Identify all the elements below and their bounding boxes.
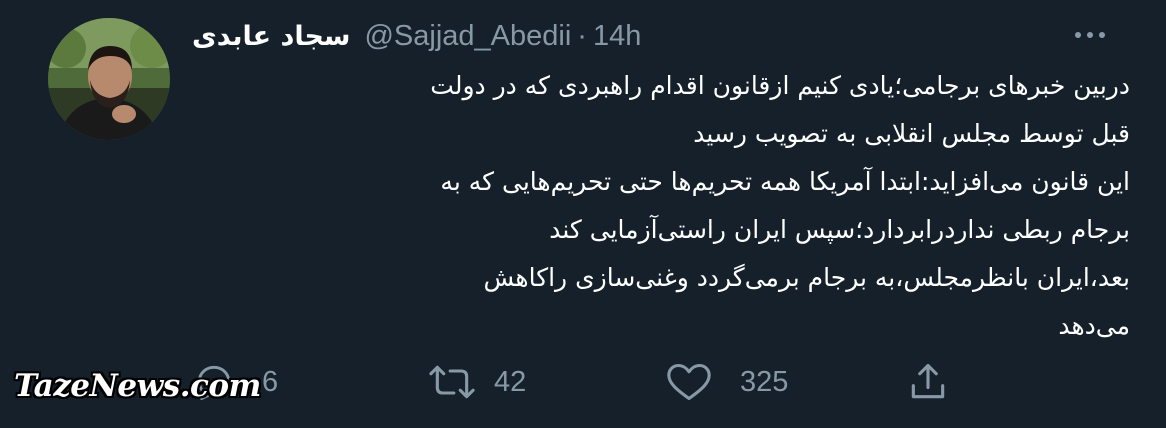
tweet-text-line: می‌دهد <box>1058 311 1130 340</box>
retweet-icon <box>429 365 475 399</box>
tweet-actions: 6 42 325 <box>0 352 1166 412</box>
tweet-text-line: دربین خبرهای برجامی؛یادی کنیم ازقانون اق… <box>430 71 1130 100</box>
more-icon-dot <box>1099 32 1105 38</box>
tweet-text-line: این قانون می‌افزاید:ابتدا آمریکا همه تحر… <box>440 167 1130 196</box>
tweet-card: سجاد عابدی @Sajjad_Abedii · 14h دربین خب… <box>0 0 1166 428</box>
tweet-text-line: قبل توسط مجلس انقلابی به تصویب رسید <box>693 119 1130 148</box>
retweet-button[interactable]: 42 <box>428 352 526 412</box>
share-icon <box>911 363 945 399</box>
reply-button[interactable]: 6 <box>192 352 278 412</box>
share-button[interactable] <box>906 352 950 412</box>
display-name[interactable]: سجاد عابدی <box>192 21 350 52</box>
more-icon-dot <box>1087 32 1093 38</box>
reply-icon <box>197 365 231 400</box>
avatar[interactable] <box>48 18 170 140</box>
retweet-count: 42 <box>494 365 527 398</box>
like-count: 325 <box>740 365 789 398</box>
separator-dot: · <box>577 19 587 52</box>
tweet-header: سجاد عابدی @Sajjad_Abedii · 14h <box>192 16 641 56</box>
tweet-text-line: بعد،ایران بانظرمجلس،به برجام برمی‌گردد و… <box>483 263 1130 292</box>
user-handle[interactable]: @Sajjad_Abedii <box>364 20 571 53</box>
tweet-text: دربین خبرهای برجامی؛یادی کنیم ازقانون اق… <box>180 62 1130 350</box>
avatar-image <box>48 18 170 140</box>
tweet-text-line: برجام ربطی نداردرابردارد؛سپس ایران راستی… <box>549 215 1130 244</box>
heart-icon <box>667 363 711 401</box>
more-icon <box>1075 32 1081 38</box>
timestamp[interactable]: 14h <box>593 20 641 53</box>
more-button[interactable] <box>1060 20 1120 50</box>
reply-count: 6 <box>262 365 279 398</box>
like-button[interactable]: 325 <box>664 352 788 412</box>
